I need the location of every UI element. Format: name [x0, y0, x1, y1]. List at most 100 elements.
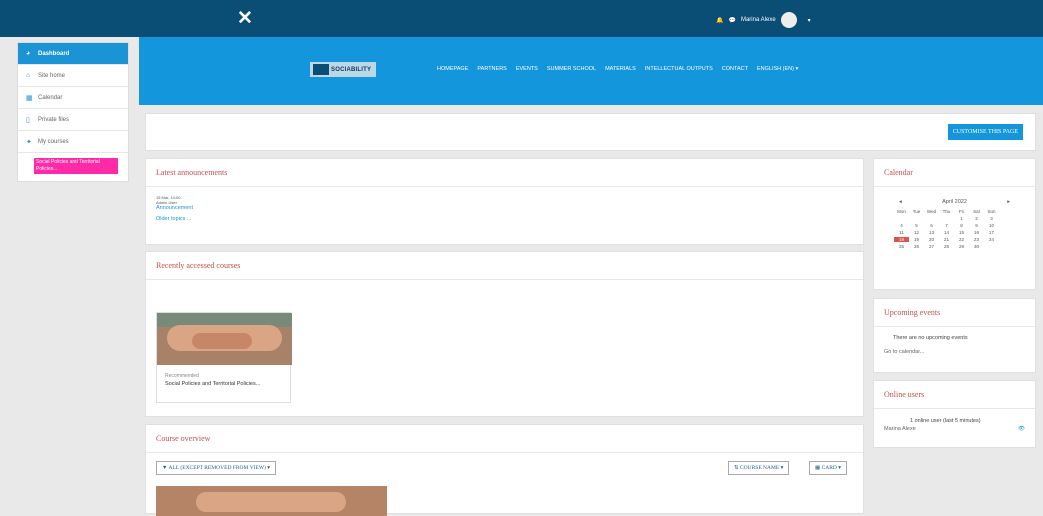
calendar-day[interactable]: 24	[984, 237, 999, 242]
calendar-day[interactable]: 23	[969, 237, 984, 242]
grouping-filter-dropdown[interactable]: ▼ ALL (EXCEPT REMOVED FROM VIEW) ▾	[156, 461, 277, 475]
site-logo[interactable]: SOCIABILITY	[310, 62, 376, 77]
close-drawer-icon[interactable]: ✕	[237, 9, 253, 28]
calendar-day[interactable]: 13	[924, 230, 939, 235]
site-header: SOCIABILITY HOMEPAGE PARTNERS EVENTS SUM…	[139, 37, 1043, 105]
sidebar-item-label: Site home	[38, 72, 66, 79]
user-menu[interactable]: 🔔 💬 Marina Alexe ▾	[716, 12, 811, 28]
nav-summer-school[interactable]: SUMMER SCHOOL	[547, 66, 596, 72]
nav-homepage[interactable]: HOMEPAGE	[437, 66, 468, 72]
course-category: Recommended	[165, 373, 199, 379]
bell-icon[interactable]: 🔔	[716, 17, 723, 24]
calendar-day[interactable]: 30	[969, 244, 984, 249]
calendar-empty-cell	[924, 216, 939, 221]
messages-icon[interactable]: 💬	[728, 17, 735, 24]
sidebar-item-label: Private files	[38, 116, 70, 123]
calendar-day[interactable]: 11	[894, 230, 909, 235]
calendar-day[interactable]: 18	[894, 237, 909, 242]
calendar-day[interactable]: 5	[909, 223, 924, 228]
logo-mark	[313, 64, 329, 75]
calendar-day[interactable]: 25	[894, 244, 909, 249]
sidebar-item-my-courses[interactable]: ✦ My courses	[18, 131, 128, 153]
older-topics-link[interactable]: Older topics ...	[156, 216, 853, 222]
calendar-day[interactable]: 27	[924, 244, 939, 249]
nav-partners[interactable]: PARTNERS	[477, 66, 506, 72]
block-title: Calendar	[874, 159, 1035, 187]
weekday-label: Tue	[912, 209, 921, 214]
sidebar-item-course[interactable]: Social Policies and Territorial Policies…	[34, 158, 118, 174]
calendar-empty-cell	[894, 216, 909, 221]
calendar-day[interactable]: 3	[984, 216, 999, 221]
calendar-day[interactable]: 19	[909, 237, 924, 242]
recent-courses-block: Recently accessed courses Recommended So…	[145, 251, 864, 417]
nav-materials[interactable]: MATERIALS	[605, 66, 636, 72]
calendar-day[interactable]: 21	[939, 237, 954, 242]
announcement-link[interactable]: Announcement	[156, 205, 853, 211]
weekday-label: Mon	[897, 209, 906, 214]
calendar-day[interactable]: 28	[939, 244, 954, 249]
calendar-day[interactable]: 10	[984, 223, 999, 228]
calendar-empty-cell	[909, 216, 924, 221]
course-card-image[interactable]	[156, 486, 387, 516]
weekday-label: Thu	[942, 209, 951, 214]
calendar-day[interactable]: 12	[909, 230, 924, 235]
calendar-icon: ▦	[26, 94, 33, 102]
view-dropdown[interactable]: ▦ CARD ▾	[809, 461, 847, 475]
sort-dropdown[interactable]: ⇅ COURSE NAME ▾	[728, 461, 790, 475]
calendar-day[interactable]: 20	[924, 237, 939, 242]
calendar-grid: Mon Tue Wed Thu Fri Sat Sun 1 2 3 4 5 6 7 8 9 10 11 12 13 14…	[894, 209, 1035, 249]
calendar-day[interactable]: 7	[939, 223, 954, 228]
online-user-name[interactable]: Marina Alexe	[884, 426, 916, 432]
calendar-day[interactable]: 6	[924, 223, 939, 228]
nav-events[interactable]: EVENTS	[516, 66, 538, 72]
course-image[interactable]	[157, 313, 292, 365]
go-to-calendar-link[interactable]: Go to calendar...	[874, 341, 1035, 355]
nav-contact[interactable]: CONTACT	[722, 66, 748, 72]
calendar-day[interactable]: 26	[909, 244, 924, 249]
upcoming-events-block: Upcoming events There are no upcoming ev…	[873, 298, 1036, 373]
user-name[interactable]: Marina Alexe	[741, 17, 776, 23]
sidebar-item-private-files[interactable]: ▯ Private files	[18, 109, 128, 131]
course-name[interactable]: Social Policies and Territorial Policies…	[165, 381, 282, 387]
course-card[interactable]: Recommended Social Policies and Territor…	[156, 312, 292, 403]
file-icon: ▯	[26, 116, 30, 124]
nav-intellectual-outputs[interactable]: INTELLECTUAL OUTPUTS	[645, 66, 713, 72]
calendar-day[interactable]: 1	[954, 216, 969, 221]
tachometer-icon: ◕	[26, 50, 31, 57]
latest-announcements-block: Latest announcements 15 Mar, 14:00 Admin…	[145, 158, 864, 245]
sidebar-item-dashboard[interactable]: ◕ Dashboard	[18, 43, 128, 65]
calendar-day[interactable]: 16	[969, 230, 984, 235]
chevron-down-icon[interactable]: ▾	[808, 17, 811, 24]
eye-icon[interactable]: 👁	[1018, 426, 1025, 432]
calendar-day[interactable]: 9	[969, 223, 984, 228]
sidebar-item-calendar[interactable]: ▦ Calendar	[18, 87, 128, 109]
calendar-day[interactable]: 29	[954, 244, 969, 249]
main-nav: HOMEPAGE PARTNERS EVENTS SUMMER SCHOOL M…	[437, 66, 798, 72]
customise-page-button[interactable]: CUSTOMISE THIS PAGE	[947, 124, 1023, 140]
calendar-day[interactable]: 2	[969, 216, 984, 221]
graduation-cap-icon: ✦	[26, 138, 32, 146]
next-month-icon[interactable]: ▸	[1007, 199, 1010, 205]
sidebar-item-site-home[interactable]: ⌂ Site home	[18, 65, 128, 87]
sidebar-item-label: Dashboard	[38, 50, 70, 57]
block-title: Recently accessed courses	[146, 252, 863, 280]
calendar-day[interactable]: 15	[954, 230, 969, 235]
prev-month-icon[interactable]: ◂	[899, 199, 902, 205]
calendar-day[interactable]: 14	[939, 230, 954, 235]
block-title: Course overview	[146, 425, 863, 453]
no-events-text: There are no upcoming events	[893, 335, 968, 341]
block-title: Latest announcements	[146, 159, 863, 187]
avatar[interactable]	[780, 12, 797, 28]
calendar-day[interactable]: 22	[954, 237, 969, 242]
sidebar-item-label: Calendar	[38, 94, 63, 101]
online-summary: 1 online user (last 5 minutes)	[910, 418, 981, 424]
sidebar-item-label: My courses	[38, 138, 69, 145]
language-menu[interactable]: ENGLISH (EN) ▾	[757, 66, 798, 72]
course-overview-block: Course overview ▼ ALL (EXCEPT REMOVED FR…	[145, 424, 864, 516]
calendar-day[interactable]: 8	[954, 223, 969, 228]
logo-text: SOCIABILITY	[331, 66, 372, 73]
top-bar: ✕ 🔔 💬 Marina Alexe ▾	[0, 0, 1043, 37]
calendar-day[interactable]: 17	[984, 230, 999, 235]
online-users-block: Online users 1 online user (last 5 minut…	[873, 380, 1036, 448]
calendar-day[interactable]: 4	[894, 223, 909, 228]
